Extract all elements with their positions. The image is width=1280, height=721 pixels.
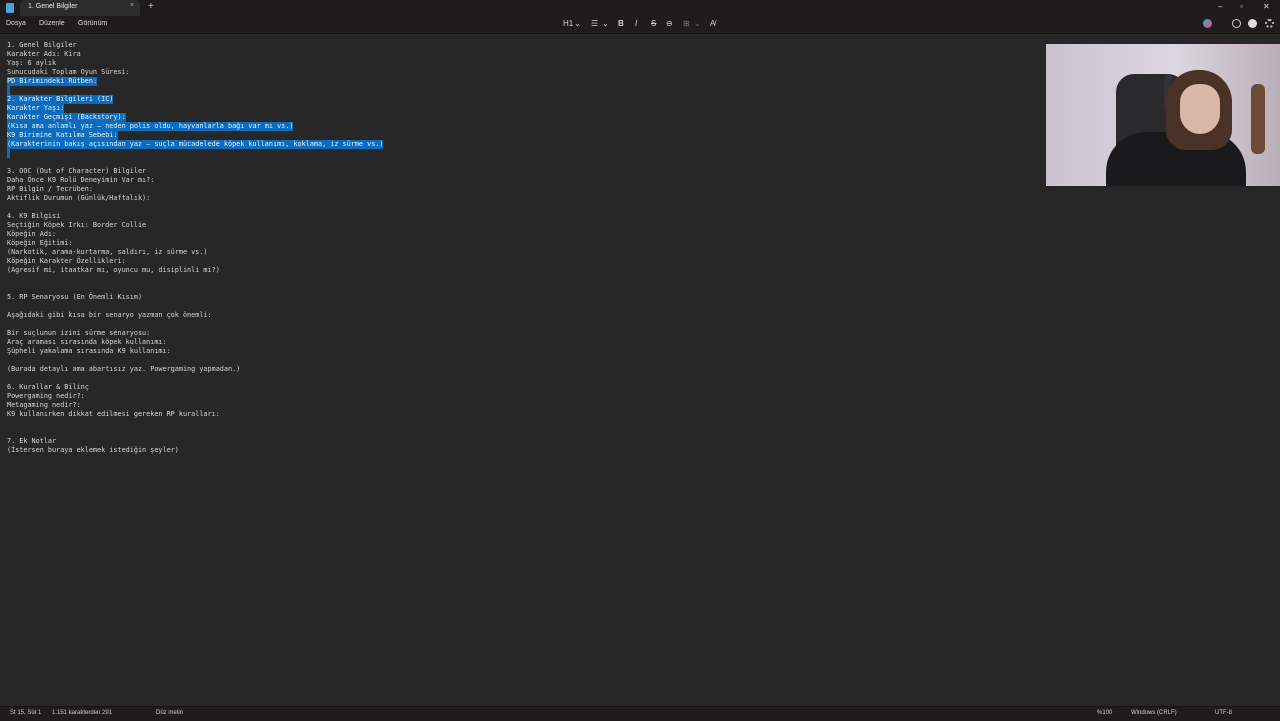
editor-line[interactable]: Metagaming nedir?:	[7, 401, 81, 410]
heading-chevron-down-icon[interactable]: ⌄	[574, 19, 581, 28]
tab-close-icon[interactable]: ×	[130, 2, 134, 9]
table-icon[interactable]: ⊞	[683, 19, 690, 28]
editor-line[interactable]: PD Birimindeki Rütben:	[7, 77, 98, 86]
editor-line[interactable]: (Burada detaylı ama abartısız yaz. Power…	[7, 365, 240, 374]
heading-button[interactable]: H1	[563, 19, 573, 28]
editor-line[interactable]: 1. Genel Bilgiler	[7, 41, 77, 50]
minimize-button[interactable]: –	[1218, 2, 1222, 11]
editor-line[interactable]: Seçtiğin Köpek Irkı: Border Collie	[7, 221, 146, 230]
editor-line[interactable]: Karakter Geçmişi (Backstory):	[7, 113, 126, 122]
editor-line[interactable]: RP Bilgin / Tecrüben:	[7, 185, 93, 194]
editor-line[interactable]: Aktiflik Durumun (Günlük/Haftalık):	[7, 194, 150, 203]
editor-line[interactable]: 3. OOC (Out of Character) Bilgiler	[7, 167, 146, 176]
person-face	[1180, 84, 1220, 134]
editor-line[interactable]: K9 Birimine Katılma Sebebi:	[7, 131, 118, 140]
status-bar: St 15, Süt 1 1.151 karakterden 291 Düz m…	[0, 706, 1280, 721]
link-icon[interactable]: ⊖	[666, 19, 673, 28]
webcam-overlay	[1046, 44, 1280, 186]
menu-file[interactable]: Dosya	[6, 20, 26, 27]
editor-line[interactable]: Yaş: 6 aylık	[7, 59, 56, 68]
maximize-button[interactable]: ▫	[1240, 2, 1243, 11]
notepad-app-icon	[6, 3, 14, 13]
new-tab-button[interactable]: +	[148, 1, 154, 12]
gear-icon[interactable]	[1265, 19, 1274, 28]
editor-line[interactable]: 5. RP Senaryosu (En Önemli Kısım)	[7, 293, 142, 302]
editor-line[interactable]: 2. Karakter Bilgileri (IC)	[7, 95, 114, 104]
editor-line[interactable]: Araç araması sırasında köpek kullanımı:	[7, 338, 167, 347]
clear-formatting-icon[interactable]: A̸	[710, 19, 715, 28]
tab-title: 1. Genel Bilgiler	[28, 3, 78, 10]
copilot-icon[interactable]	[1203, 19, 1212, 28]
text-format[interactable]: Düz metin	[156, 710, 183, 716]
encoding[interactable]: UTF-8	[1215, 710, 1232, 716]
strikethrough-button[interactable]: S	[651, 19, 656, 28]
zoom-level[interactable]: %100	[1097, 710, 1112, 716]
line-ending[interactable]: Windows (CRLF)	[1131, 710, 1177, 716]
editor-line[interactable]: Köpeğin Eğitimi:	[7, 239, 72, 248]
editor-line[interactable]: (Kısa ama anlamlı yaz – neden polis oldu…	[7, 122, 294, 131]
list-icon[interactable]: ☰	[591, 19, 598, 28]
list-chevron-down-icon[interactable]: ⌄	[602, 19, 609, 28]
share-icon[interactable]	[1232, 19, 1241, 28]
editor-line[interactable]: (İstersen buraya eklemek istediğin şeyle…	[7, 446, 179, 455]
editor-line[interactable]: K9 kullanırken dikkat edilmesi gereken R…	[7, 410, 220, 419]
editor-line[interactable]: Daha Önce K9 Rolü Deneyimin Var mı?:	[7, 176, 154, 185]
selection-marker	[7, 86, 10, 95]
editor-line[interactable]: 6. Kurallar & Bilinç	[7, 383, 89, 392]
italic-button[interactable]: I	[635, 19, 637, 28]
editor-line[interactable]: Aşağıdaki gibi kısa bir senaryo yazman ç…	[7, 311, 212, 320]
editor-line[interactable]: Powergaming nedir?:	[7, 392, 85, 401]
title-bar: 1. Genel Bilgiler × + – ▫ ✕	[0, 0, 1280, 16]
editor-line[interactable]: Köpeğin Karakter Özellikleri:	[7, 257, 126, 266]
editor-line[interactable]: Karakter Yaşı:	[7, 104, 65, 113]
tab-genel-bilgiler[interactable]: 1. Genel Bilgiler ×	[20, 0, 140, 16]
editor-line[interactable]: Şüpheli yakalama sırasında K9 kullanımı:	[7, 347, 171, 356]
bold-button[interactable]: B	[618, 19, 624, 28]
selection-marker	[7, 149, 10, 158]
editor-line[interactable]: Bir suçlunun izini sürme senaryosu:	[7, 329, 150, 338]
editor-line[interactable]: Köpeğin Adı:	[7, 230, 56, 239]
cursor-position: St 15, Süt 1	[10, 710, 42, 716]
editor-line[interactable]: (Narkotik, arama-kurtarma, saldırı, iz s…	[7, 248, 208, 257]
editor-line[interactable]: Sunucudaki Toplam Oyun Süresi:	[7, 68, 130, 77]
menu-view[interactable]: Görünüm	[78, 20, 107, 27]
menu-edit[interactable]: Düzenle	[39, 20, 65, 27]
editor-line[interactable]: 4. K9 Bilgisi	[7, 212, 60, 221]
character-count: 1.151 karakterden 291	[52, 710, 113, 716]
table-chevron-down-icon[interactable]: ⌄	[694, 19, 701, 28]
avatar[interactable]	[1248, 19, 1257, 28]
guitar	[1251, 84, 1265, 154]
editor-line[interactable]: 7. Ek Notlar	[7, 437, 56, 446]
editor-line[interactable]: (Karakterinin bakış açısından yaz – suçl…	[7, 140, 384, 149]
editor-line[interactable]: (Agresif mi, itaatkar mı, oyuncu mu, dis…	[7, 266, 220, 275]
menu-bar: Dosya Düzenle Görünüm H1 ⌄ ☰ ⌄ B I S ⊖ ⊞…	[0, 16, 1280, 34]
editor-line[interactable]: Karakter Adı: Kira	[7, 50, 81, 59]
close-window-button[interactable]: ✕	[1263, 2, 1270, 11]
